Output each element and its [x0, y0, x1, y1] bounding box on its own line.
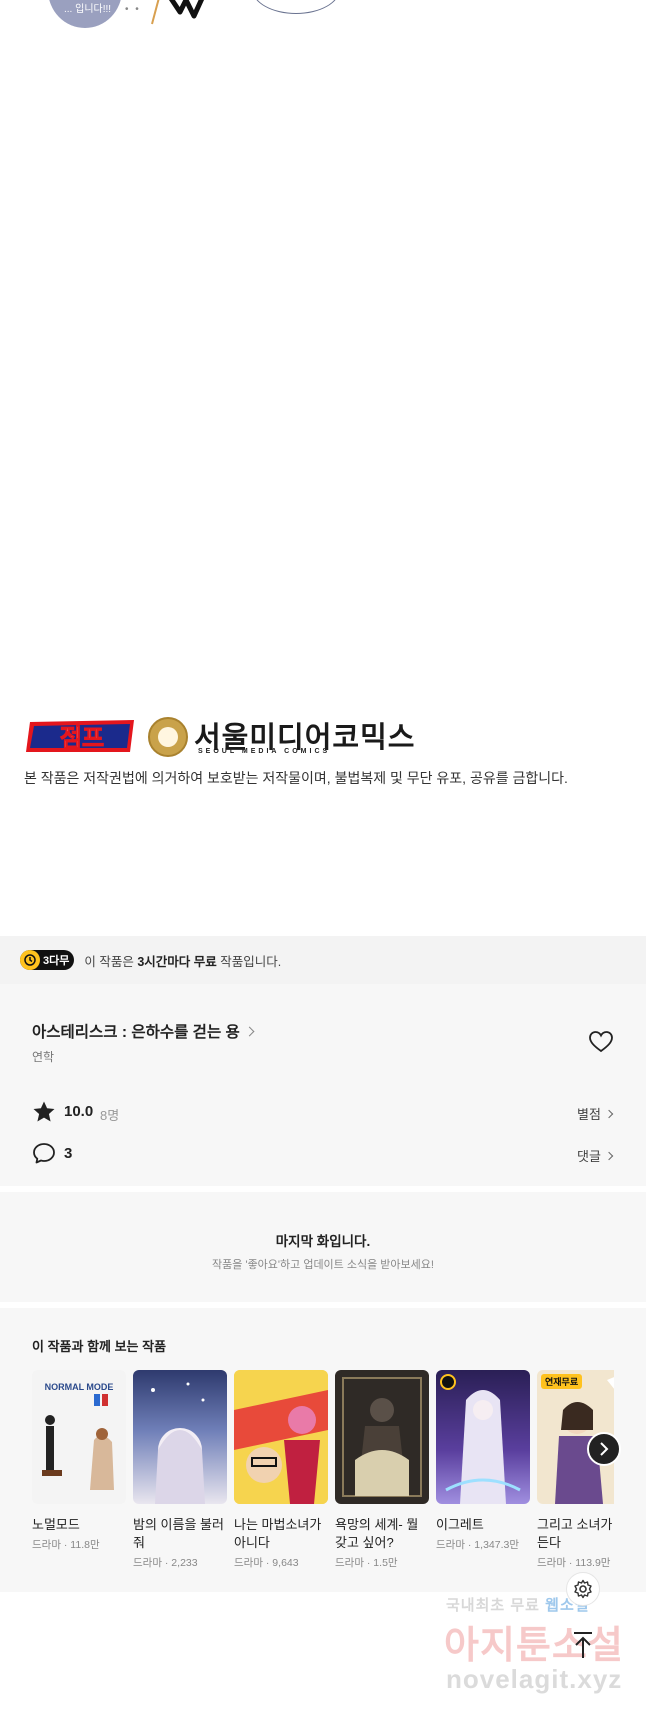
recommendations-title: 이 작품과 함께 보는 작품	[32, 1339, 167, 1354]
work-title: 아스테리스크 : 은하수를 걷는 용	[32, 1024, 240, 1041]
last-episode-subtitle: 작품을 '좋아요'하고 업데이트 소식을 받아보세요!	[212, 1259, 434, 1271]
chevron-right-icon	[604, 1109, 614, 1118]
recommendation-list: NORMAL MODE 노멀모드 드라마 · 11.8만 밤의 이름을 불러줘 …	[32, 1370, 614, 1590]
recommendation-thumbnail	[335, 1370, 429, 1504]
jump-logo: 점프	[26, 720, 134, 753]
recommendation-thumbnail: NORMAL MODE	[32, 1370, 126, 1504]
night-name-cover	[151, 1382, 205, 1504]
recommendation-card[interactable]: 나는 마법소녀가 아니다 드라마 · 9,643	[234, 1370, 328, 1570]
site-watermark: 국내최초 무료 웹소설 아지툰소설 novelagit.xyz	[444, 1594, 644, 1704]
comic-oval-bubble	[252, 0, 340, 14]
recommendation-title: 나는 마법소녀가 아니다	[234, 1517, 322, 1550]
comic-dots: • •	[125, 4, 141, 15]
recommendations-section: 이 작품과 함께 보는 작품 NORMAL MODE 노멀모드 드라마 · 11…	[0, 1308, 646, 1592]
comic-panel-fragment: ... 입니다!!! • •	[0, 0, 646, 40]
last-episode-notice: 마지막 화입니다. 작품을 '좋아요'하고 업데이트 소식을 받아보세요!	[0, 1192, 646, 1302]
last-episode-title: 마지막 화입니다.	[275, 1234, 371, 1249]
settings-button[interactable]	[566, 1572, 600, 1606]
recommendation-title: 욕망의 세계- 뭘 갖고 싶어?	[335, 1517, 419, 1550]
scroll-to-top-button[interactable]	[570, 1630, 596, 1660]
copyright-notice: 본 작품은 저작권법에 의거하여 보호받는 저작물이며, 불법복제 및 무단 유…	[24, 770, 568, 786]
free-badge: 3다무	[20, 950, 75, 970]
free-serial-badge: 연재무료	[541, 1374, 583, 1389]
recommendation-meta: 드라마 · 113.9만	[537, 1557, 611, 1569]
recommendation-thumbnail	[234, 1370, 328, 1504]
work-author: 연학	[32, 1050, 55, 1064]
rate-link[interactable]: 별점	[577, 1104, 614, 1123]
recommendation-card[interactable]: 밤의 이름을 불러줘 드라마 · 2,233	[133, 1370, 227, 1570]
watermark-line3: novelagit.xyz	[446, 1664, 623, 1694]
recommendation-card[interactable]: 욕망의 세계- 뭘 갖고 싶어? 드라마 · 1.5만	[335, 1370, 429, 1570]
recommendation-title: 그리고 소녀가 을 든다	[537, 1517, 614, 1550]
speech-bubble-text: ... 입니다!!!	[64, 4, 112, 15]
clock-badge-icon	[440, 1374, 456, 1390]
recommendation-title: 이그레트	[436, 1517, 484, 1532]
recommendation-meta: 드라마 · 11.8만	[32, 1539, 100, 1551]
comic-figure-illustration	[151, 0, 205, 25]
jump-logo-text: 점프	[60, 725, 104, 752]
comment-count: 3	[64, 1145, 73, 1162]
recommendation-meta: 드라마 · 9,643	[234, 1557, 299, 1569]
publisher-sub: SEOUL MEDIA COMICS	[198, 748, 331, 755]
star-icon	[33, 1101, 55, 1122]
recommendation-meta: 드라마 · 1,347.3만	[436, 1539, 520, 1551]
recommendation-meta: 드라마 · 1.5만	[335, 1557, 398, 1569]
recommendation-thumbnail	[436, 1370, 530, 1504]
rating-score: 10.0	[64, 1103, 94, 1120]
chevron-right-icon	[600, 1442, 609, 1456]
work-info-panel: 아스테리스크 : 은하수를 걷는 용 연학 10.0 8명 별점 3 댓글	[0, 984, 646, 1186]
gear-icon	[574, 1579, 592, 1599]
egret-cover	[445, 1390, 521, 1504]
rating-count: 8명	[100, 1108, 120, 1123]
recommendation-card[interactable]: 이그레트 드라마 · 1,347.3만	[436, 1370, 530, 1552]
magical-girl-cover	[234, 1370, 328, 1504]
recommendation-card[interactable]: NORMAL MODE 노멀모드 드라마 · 11.8만	[32, 1370, 126, 1552]
clock-icon	[20, 950, 40, 970]
free-banner: 3다무 이 작품은 3시간마다 무료 작품입니다.	[0, 936, 646, 984]
carousel-next-button[interactable]	[587, 1432, 621, 1466]
free-banner-text: 이 작품은 3시간마다 무료 작품입니다.	[84, 954, 282, 969]
recommendation-meta: 드라마 · 2,233	[133, 1557, 198, 1569]
recommendation-title: 밤의 이름을 불러줘	[133, 1517, 224, 1550]
normal-mode-cover: NORMAL MODE	[42, 1382, 114, 1490]
heart-icon[interactable]	[588, 1030, 614, 1054]
free-badge-label: 3다무	[43, 955, 70, 967]
publisher-logos: 점프 서울미디어코믹스 SEOUL MEDIA COMICS	[26, 712, 446, 760]
watermark-line2: 아지툰소설	[444, 1625, 624, 1667]
work-title-link[interactable]: 아스테리스크 : 은하수를 걷는 용	[32, 1020, 255, 1042]
recommendation-card[interactable]: 연재무료 그리고 소녀가 을 든다 드라마 · 113.9만	[537, 1370, 614, 1570]
recommendation-title: 노멀모드	[32, 1517, 80, 1532]
comment-icon	[33, 1143, 55, 1164]
world-of-desire-cover	[342, 1377, 422, 1497]
recommendation-thumbnail	[133, 1370, 227, 1504]
comments-link[interactable]: 댓글	[577, 1146, 614, 1165]
seoul-media-seal-icon	[148, 717, 188, 757]
chevron-right-icon	[244, 1026, 255, 1036]
chevron-right-icon	[604, 1151, 614, 1160]
svg-text:NORMAL MODE: NORMAL MODE	[45, 1382, 114, 1392]
